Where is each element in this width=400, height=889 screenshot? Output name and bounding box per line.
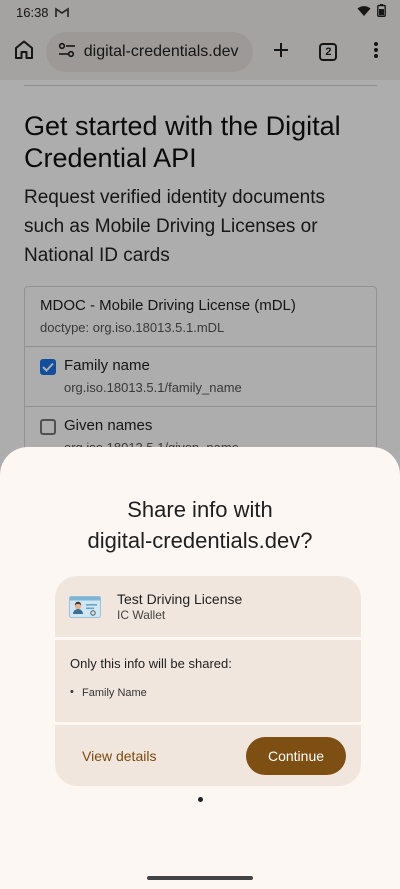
sheet-actions: View details Continue [55, 725, 361, 786]
sheet-title: Share info with digital-credentials.dev? [0, 494, 400, 556]
share-info-bottom-sheet: Share info with digital-credentials.dev?… [0, 447, 400, 889]
view-details-button[interactable]: View details [82, 748, 156, 764]
sheet-title-line2: digital-credentials.dev? [87, 528, 313, 553]
sheet-title-line1: Share info with [127, 497, 273, 522]
driving-license-icon [69, 595, 101, 619]
credential-name: Test Driving License [117, 591, 243, 607]
continue-button[interactable]: Continue [246, 736, 346, 775]
credential-row: Test Driving License IC Wallet [55, 576, 361, 637]
credential-wallet: IC Wallet [117, 608, 166, 622]
gesture-nav-handle[interactable] [147, 876, 253, 880]
shared-info-label: Only this info will be shared: [70, 656, 232, 671]
page-indicator-dot [198, 797, 203, 802]
shared-info-item: Family Name [70, 686, 346, 699]
credential-info-card: Test Driving License IC Wallet Only this… [55, 576, 361, 786]
shared-info-section: Only this info will be shared: Family Na… [55, 640, 361, 722]
